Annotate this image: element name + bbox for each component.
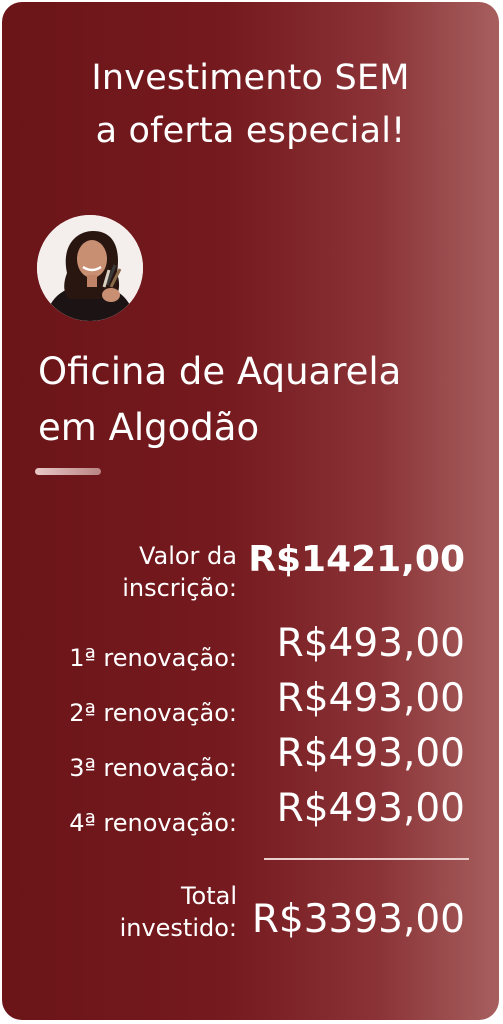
total-label-line-1: Total bbox=[180, 882, 237, 910]
renewal-label: 3ª renovação: bbox=[69, 754, 237, 782]
total-label-line-2: investido: bbox=[119, 914, 237, 942]
headline-line-1: Investimento SEM bbox=[91, 58, 410, 98]
registration-label-line-1: Valor da bbox=[138, 542, 237, 570]
renewal-value: R$493,00 bbox=[276, 621, 465, 666]
course-title-line-1: Oficina de Aquarela bbox=[38, 350, 402, 393]
total-label: Total investido: bbox=[120, 880, 237, 944]
avatar-photo-icon bbox=[37, 215, 143, 321]
total-divider bbox=[264, 858, 469, 860]
renewal-label: 1ª renovação: bbox=[69, 644, 237, 672]
renewal-value: R$493,00 bbox=[276, 786, 465, 831]
course-title: Oficina de Aquarela em Algodão bbox=[38, 344, 478, 456]
headline: Investimento SEM a oferta especial! bbox=[2, 52, 499, 158]
pricing-card: Investimento SEM a oferta especial! Ofic… bbox=[2, 2, 499, 1020]
renewal-label: 2ª renovação: bbox=[69, 699, 237, 727]
total-value: R$3393,00 bbox=[251, 897, 465, 942]
renewal-value: R$493,00 bbox=[276, 676, 465, 721]
renewal-value: R$493,00 bbox=[276, 731, 465, 776]
renewal-label: 4ª renovação: bbox=[69, 809, 237, 837]
course-title-line-2: em Algodão bbox=[38, 406, 260, 449]
headline-line-2: a oferta especial! bbox=[95, 111, 406, 151]
registration-value: R$1421,00 bbox=[248, 539, 465, 580]
accent-divider bbox=[35, 468, 101, 475]
instructor-avatar bbox=[37, 215, 143, 321]
registration-label: Valor da inscrição: bbox=[122, 540, 237, 604]
registration-label-line-2: inscrição: bbox=[122, 574, 237, 602]
